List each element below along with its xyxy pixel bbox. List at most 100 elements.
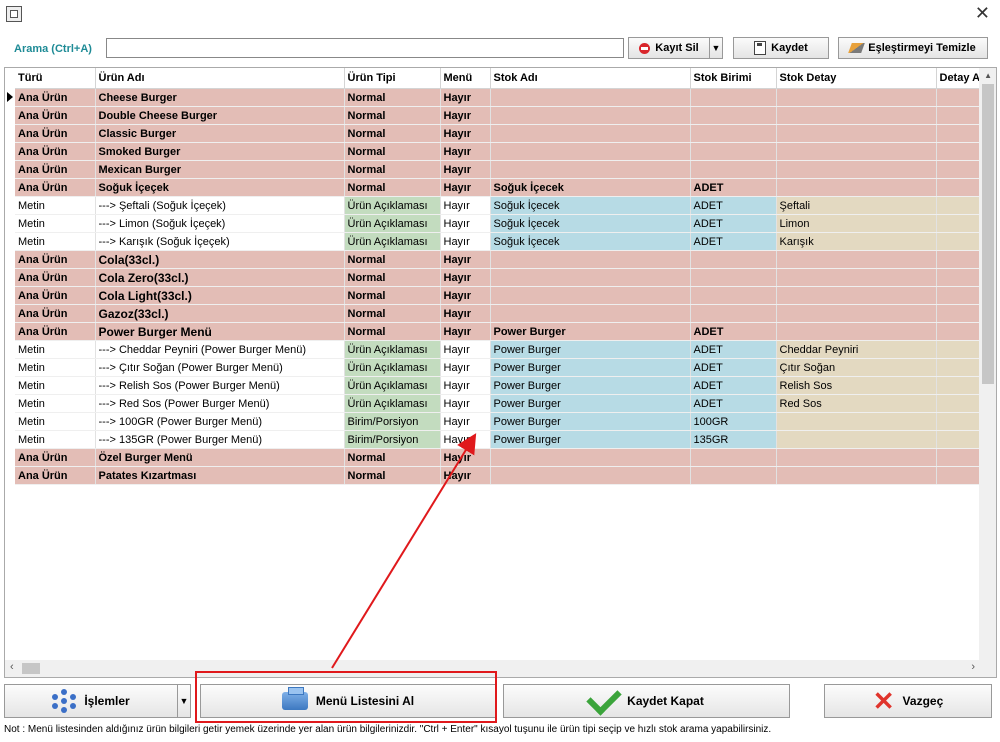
cell-menu[interactable]: Hayır bbox=[440, 376, 491, 395]
cell-detay[interactable] bbox=[776, 106, 937, 125]
cell-menu[interactable]: Hayır bbox=[440, 142, 491, 161]
cell-tip[interactable]: Normal bbox=[344, 268, 441, 287]
cell-turu[interactable]: Ana Ürün bbox=[15, 448, 96, 467]
save-button[interactable]: Kaydet bbox=[733, 37, 829, 59]
cell-birim[interactable] bbox=[690, 124, 777, 143]
cell-urun[interactable]: ---> Çıtır Soğan (Power Burger Menü) bbox=[95, 358, 345, 377]
cell-tip[interactable]: Ürün Açıklaması bbox=[344, 376, 441, 395]
table-row[interactable]: Ana Ürün Cola Zero(33cl.) Normal Hayır bbox=[15, 268, 994, 287]
cell-turu[interactable]: Metin bbox=[15, 214, 96, 233]
cell-turu[interactable]: Ana Ürün bbox=[15, 322, 96, 341]
cell-stok[interactable]: Soğuk İçecek bbox=[490, 232, 691, 251]
cell-urun[interactable]: ---> Karışık (Soğuk İçeçek) bbox=[95, 232, 345, 251]
cell-detay[interactable] bbox=[776, 160, 937, 179]
cell-turu[interactable]: Ana Ürün bbox=[15, 304, 96, 323]
cell-birim[interactable] bbox=[690, 268, 777, 287]
cell-detay[interactable] bbox=[776, 268, 937, 287]
cell-detay[interactable] bbox=[776, 124, 937, 143]
cell-stok[interactable]: Power Burger bbox=[490, 322, 691, 341]
islemler-button[interactable]: İşlemler bbox=[4, 684, 178, 718]
table-row[interactable]: Ana Ürün Cola(33cl.) Normal Hayır bbox=[15, 250, 994, 269]
cell-menu[interactable]: Hayır bbox=[440, 394, 491, 413]
cell-urun[interactable]: Classic Burger bbox=[95, 124, 345, 143]
cell-menu[interactable]: Hayır bbox=[440, 304, 491, 323]
cell-stok[interactable] bbox=[490, 466, 691, 485]
cell-stok[interactable]: Power Burger bbox=[490, 412, 691, 431]
cell-stok[interactable]: Power Burger bbox=[490, 430, 691, 449]
cell-urun[interactable]: Smoked Burger bbox=[95, 142, 345, 161]
cell-stok[interactable] bbox=[490, 250, 691, 269]
cell-turu[interactable]: Metin bbox=[15, 232, 96, 251]
cell-menu[interactable]: Hayır bbox=[440, 268, 491, 287]
table-row[interactable]: Metin ---> 100GR (Power Burger Menü) Birim… bbox=[15, 412, 994, 431]
cell-urun[interactable]: ---> 135GR (Power Burger Menü) bbox=[95, 430, 345, 449]
cell-turu[interactable]: Metin bbox=[15, 196, 96, 215]
cell-turu[interactable]: Metin bbox=[15, 430, 96, 449]
cell-stok[interactable]: Power Burger bbox=[490, 358, 691, 377]
cell-birim[interactable] bbox=[690, 142, 777, 161]
table-row[interactable]: Ana Ürün Gazoz(33cl.) Normal Hayır bbox=[15, 304, 994, 323]
cell-menu[interactable]: Hayır bbox=[440, 322, 491, 341]
cell-turu[interactable]: Ana Ürün bbox=[15, 466, 96, 485]
cell-detay[interactable] bbox=[776, 448, 937, 467]
cell-detay[interactable]: Çıtır Soğan bbox=[776, 358, 937, 377]
cell-tip[interactable]: Normal bbox=[344, 160, 441, 179]
cell-tip[interactable]: Birim/Porsiyon bbox=[344, 430, 441, 449]
cell-stok[interactable] bbox=[490, 124, 691, 143]
cell-stok[interactable] bbox=[490, 160, 691, 179]
cell-urun[interactable]: ---> Limon (Soğuk İçeçek) bbox=[95, 214, 345, 233]
table-row[interactable]: Metin ---> Red Sos (Power Burger Menü) Ürü… bbox=[15, 394, 994, 413]
column-header-urun-tipi[interactable]: Ürün Tipi bbox=[344, 68, 441, 89]
cell-urun[interactable]: Cola(33cl.) bbox=[95, 250, 345, 269]
cell-stok[interactable] bbox=[490, 88, 691, 107]
cell-urun[interactable]: Double Cheese Burger bbox=[95, 106, 345, 125]
cell-detay[interactable] bbox=[776, 88, 937, 107]
cell-turu[interactable]: Ana Ürün bbox=[15, 250, 96, 269]
cell-urun[interactable]: Patates Kızartması bbox=[95, 466, 345, 485]
cell-detay[interactable]: Relish Sos bbox=[776, 376, 937, 395]
scroll-left-icon[interactable]: ‹ bbox=[10, 661, 14, 673]
table-row[interactable]: Ana Ürün Smoked Burger Normal Hayır bbox=[15, 142, 994, 161]
cell-detay[interactable]: Red Sos bbox=[776, 394, 937, 413]
table-row[interactable]: Ana Ürün Power Burger Menü Normal Hayır Powe… bbox=[15, 322, 994, 341]
cell-birim[interactable]: ADET bbox=[690, 196, 777, 215]
cell-urun[interactable]: Mexican Burger bbox=[95, 160, 345, 179]
cell-urun[interactable]: Özel Burger Menü bbox=[95, 448, 345, 467]
table-row[interactable]: Ana Ürün Mexican Burger Normal Hayır bbox=[15, 160, 994, 179]
cell-tip[interactable]: Normal bbox=[344, 124, 441, 143]
cell-tip[interactable]: Ürün Açıklaması bbox=[344, 232, 441, 251]
cell-birim[interactable]: ADET bbox=[690, 232, 777, 251]
islemler-dropdown-button[interactable]: ▼ bbox=[177, 684, 191, 718]
cell-menu[interactable]: Hayır bbox=[440, 124, 491, 143]
cell-turu[interactable]: Ana Ürün bbox=[15, 286, 96, 305]
cell-detay[interactable] bbox=[776, 286, 937, 305]
cell-birim[interactable] bbox=[690, 106, 777, 125]
horizontal-scroll-thumb[interactable] bbox=[22, 663, 40, 674]
table-row[interactable]: Metin ---> Karışık (Soğuk İçeçek) Ürün Açı… bbox=[15, 232, 994, 251]
table-row[interactable]: Metin ---> Cheddar Peyniri (Power Burger … bbox=[15, 340, 994, 359]
cell-urun[interactable]: ---> 100GR (Power Burger Menü) bbox=[95, 412, 345, 431]
cell-turu[interactable]: Ana Ürün bbox=[15, 142, 96, 161]
cell-detay[interactable] bbox=[776, 412, 937, 431]
cell-tip[interactable]: Normal bbox=[344, 250, 441, 269]
cell-tip[interactable]: Ürün Açıklaması bbox=[344, 358, 441, 377]
cell-turu[interactable]: Metin bbox=[15, 394, 96, 413]
close-icon[interactable]: ✕ bbox=[975, 3, 990, 23]
cell-menu[interactable]: Hayır bbox=[440, 178, 491, 197]
cell-urun[interactable]: Cheese Burger bbox=[95, 88, 345, 107]
table-row[interactable]: Metin ---> Relish Sos (Power Burger Menü)… bbox=[15, 376, 994, 395]
table-row[interactable]: Ana Ürün Patates Kızartması Normal Hayır bbox=[15, 466, 994, 485]
cell-stok[interactable] bbox=[490, 286, 691, 305]
column-header-urun-adi[interactable]: Ürün Adı bbox=[95, 68, 345, 89]
cell-stok[interactable]: Power Burger bbox=[490, 340, 691, 359]
cell-detay[interactable]: Limon bbox=[776, 214, 937, 233]
cell-birim[interactable] bbox=[690, 160, 777, 179]
cell-menu[interactable]: Hayır bbox=[440, 286, 491, 305]
cell-urun[interactable]: Cola Zero(33cl.) bbox=[95, 268, 345, 287]
cell-tip[interactable]: Birim/Porsiyon bbox=[344, 412, 441, 431]
cell-detay[interactable]: Karışık bbox=[776, 232, 937, 251]
cell-menu[interactable]: Hayır bbox=[440, 196, 491, 215]
cell-birim[interactable]: ADET bbox=[690, 214, 777, 233]
cell-tip[interactable]: Normal bbox=[344, 448, 441, 467]
cell-tip[interactable]: Normal bbox=[344, 304, 441, 323]
